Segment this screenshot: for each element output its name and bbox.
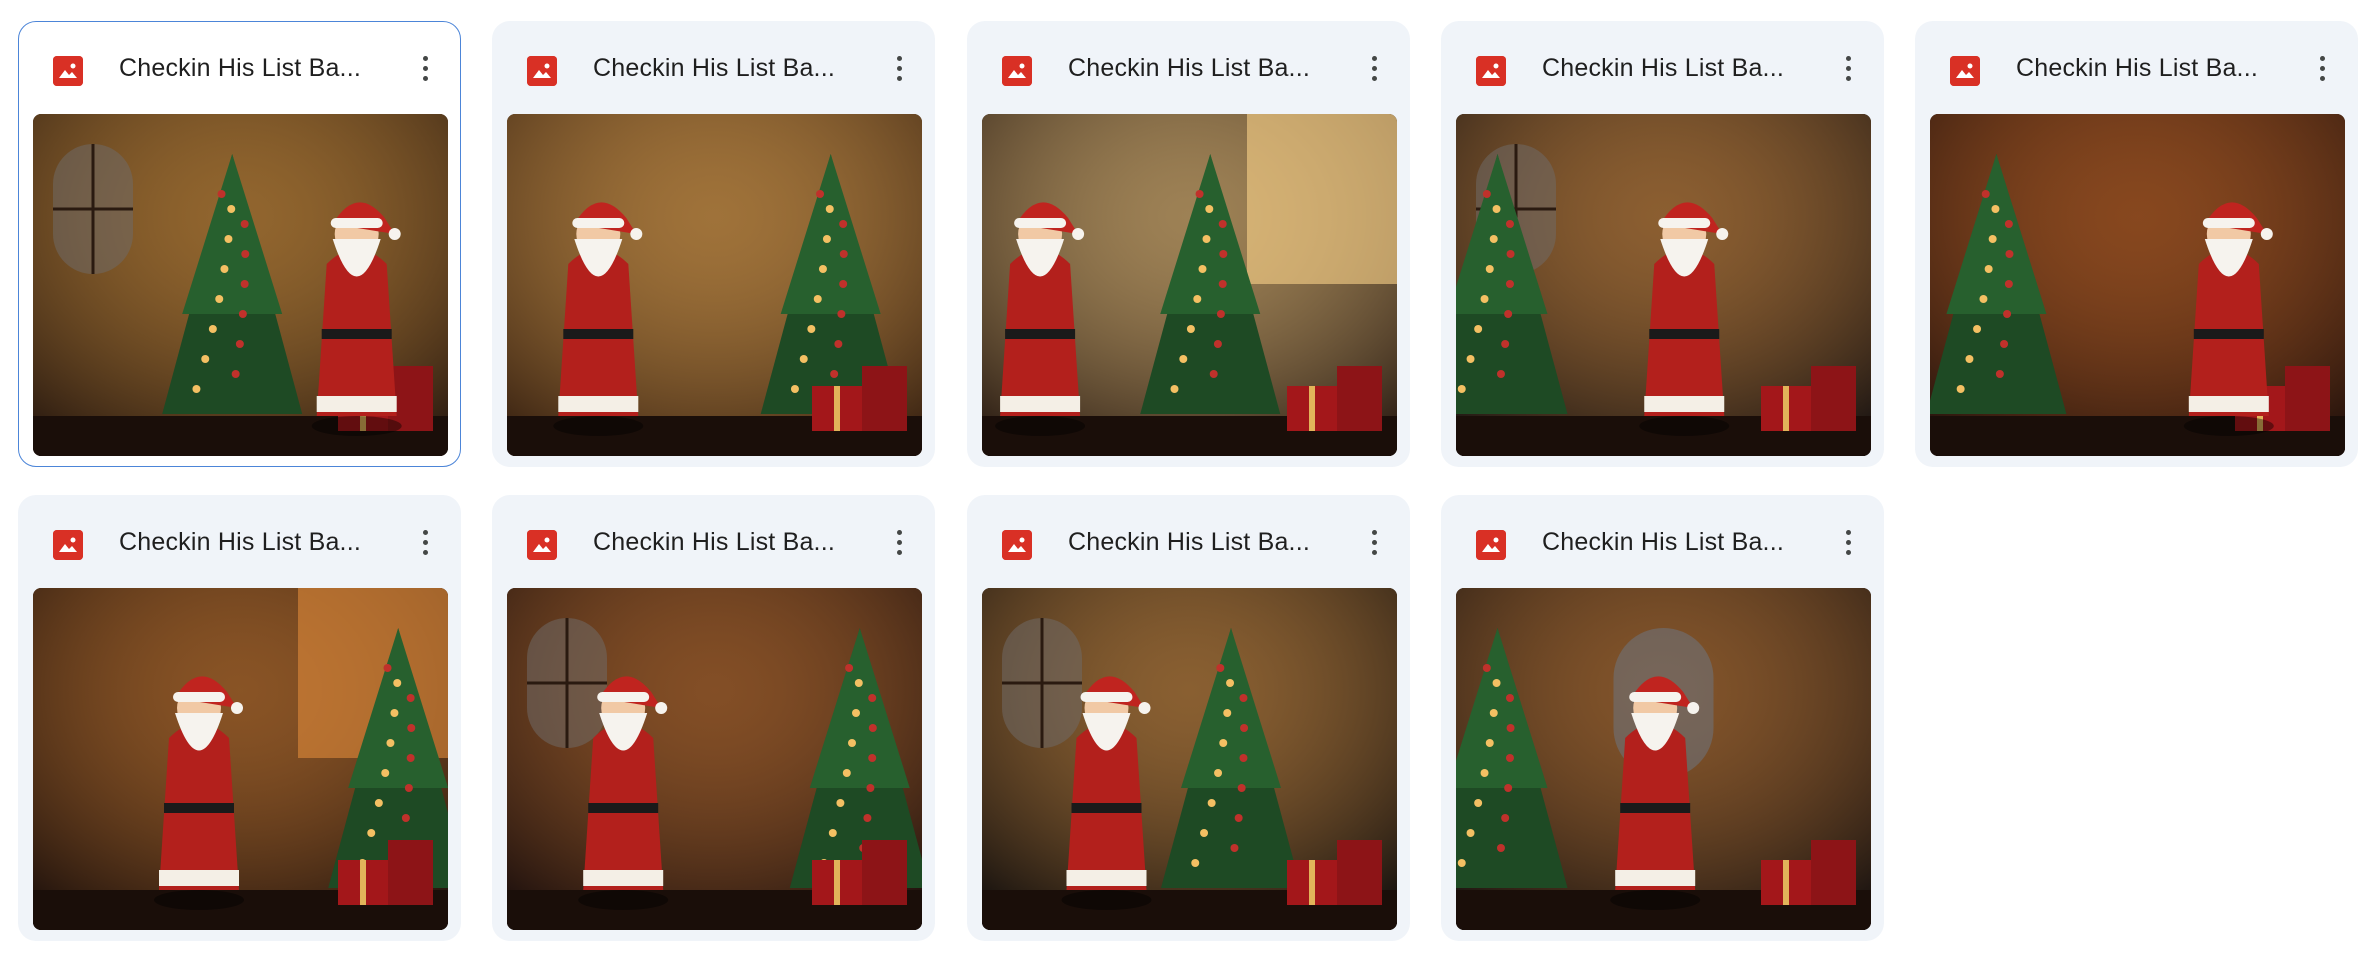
file-grid: Checkin His List Ba... Checkin His List … [0, 0, 2378, 956]
dot [1371, 529, 1377, 535]
file-name: Checkin His List Ba... [1542, 54, 1784, 82]
dot [1845, 65, 1851, 71]
file-card-header: Checkin His List Ba... [1442, 496, 1883, 580]
thumbnail-image [1930, 114, 2345, 456]
dot [896, 55, 902, 61]
more-options-button[interactable] [2304, 50, 2340, 86]
file-name: Checkin His List Ba... [1542, 528, 1784, 556]
thumbnail-image [33, 114, 448, 456]
thumbnail-image [1456, 588, 1871, 930]
file-name: Checkin His List Ba... [593, 54, 835, 82]
more-options-button[interactable] [1830, 50, 1866, 86]
more-options-button[interactable] [407, 524, 443, 560]
thumbnail-image [33, 588, 448, 930]
more-options-button[interactable] [407, 50, 443, 86]
file-thumbnail[interactable] [982, 588, 1397, 930]
dot [2319, 55, 2325, 61]
image-file-icon [53, 56, 83, 86]
thumbnail-image [1456, 114, 1871, 456]
file-card-header: Checkin His List Ba... [493, 496, 934, 580]
file-name: Checkin His List Ba... [1068, 54, 1310, 82]
dot [1371, 55, 1377, 61]
file-card-header: Checkin His List Ba... [968, 496, 1409, 580]
dot [1371, 65, 1377, 71]
file-name: Checkin His List Ba... [119, 528, 361, 556]
dot [422, 55, 428, 61]
dot [422, 539, 428, 545]
file-card[interactable]: Checkin His List Ba... [492, 495, 935, 941]
dot [896, 529, 902, 535]
image-file-icon [1476, 56, 1506, 86]
file-thumbnail[interactable] [33, 114, 448, 456]
dot [1845, 549, 1851, 555]
dot [1845, 55, 1851, 61]
file-card-header: Checkin His List Ba... [19, 496, 460, 580]
image-file-icon [527, 530, 557, 560]
file-card-header: Checkin His List Ba... [968, 22, 1409, 106]
file-card[interactable]: Checkin His List Ba... [18, 21, 461, 467]
thumbnail-image [982, 114, 1397, 456]
file-thumbnail[interactable] [33, 588, 448, 930]
file-name: Checkin His List Ba... [2016, 54, 2258, 82]
more-options-button[interactable] [1356, 524, 1392, 560]
dot [2319, 65, 2325, 71]
dot [422, 529, 428, 535]
file-card-header: Checkin His List Ba... [1442, 22, 1883, 106]
file-thumbnail[interactable] [1456, 588, 1871, 930]
dot [1371, 539, 1377, 545]
file-thumbnail[interactable] [507, 588, 922, 930]
thumbnail-image [507, 114, 922, 456]
dot [1845, 75, 1851, 81]
dot [1371, 549, 1377, 555]
dot [2319, 75, 2325, 81]
dot [1845, 529, 1851, 535]
file-card[interactable]: Checkin His List Ba... [492, 21, 935, 467]
more-options-button[interactable] [1830, 524, 1866, 560]
dot [422, 549, 428, 555]
more-options-button[interactable] [1356, 50, 1392, 86]
image-file-icon [53, 530, 83, 560]
file-card-header: Checkin His List Ba... [19, 22, 460, 106]
file-thumbnail[interactable] [1930, 114, 2345, 456]
thumbnail-image [982, 588, 1397, 930]
dot [896, 549, 902, 555]
image-file-icon [1476, 530, 1506, 560]
image-file-icon [1002, 56, 1032, 86]
more-options-button[interactable] [881, 524, 917, 560]
file-card[interactable]: Checkin His List Ba... [967, 21, 1410, 467]
file-card[interactable]: Checkin His List Ba... [18, 495, 461, 941]
dot [1371, 75, 1377, 81]
file-card-header: Checkin His List Ba... [1916, 22, 2357, 106]
file-card[interactable]: Checkin His List Ba... [1915, 21, 2358, 467]
dot [896, 65, 902, 71]
file-name: Checkin His List Ba... [119, 54, 361, 82]
dot [1845, 539, 1851, 545]
more-options-button[interactable] [881, 50, 917, 86]
file-card[interactable]: Checkin His List Ba... [1441, 21, 1884, 467]
dot [422, 65, 428, 71]
dot [896, 75, 902, 81]
file-thumbnail[interactable] [507, 114, 922, 456]
file-card[interactable]: Checkin His List Ba... [1441, 495, 1884, 941]
dot [422, 75, 428, 81]
file-card[interactable]: Checkin His List Ba... [967, 495, 1410, 941]
dot [896, 539, 902, 545]
image-file-icon [527, 56, 557, 86]
image-file-icon [1950, 56, 1980, 86]
file-thumbnail[interactable] [1456, 114, 1871, 456]
file-name: Checkin His List Ba... [1068, 528, 1310, 556]
file-name: Checkin His List Ba... [593, 528, 835, 556]
file-card-header: Checkin His List Ba... [493, 22, 934, 106]
image-file-icon [1002, 530, 1032, 560]
thumbnail-image [507, 588, 922, 930]
file-thumbnail[interactable] [982, 114, 1397, 456]
